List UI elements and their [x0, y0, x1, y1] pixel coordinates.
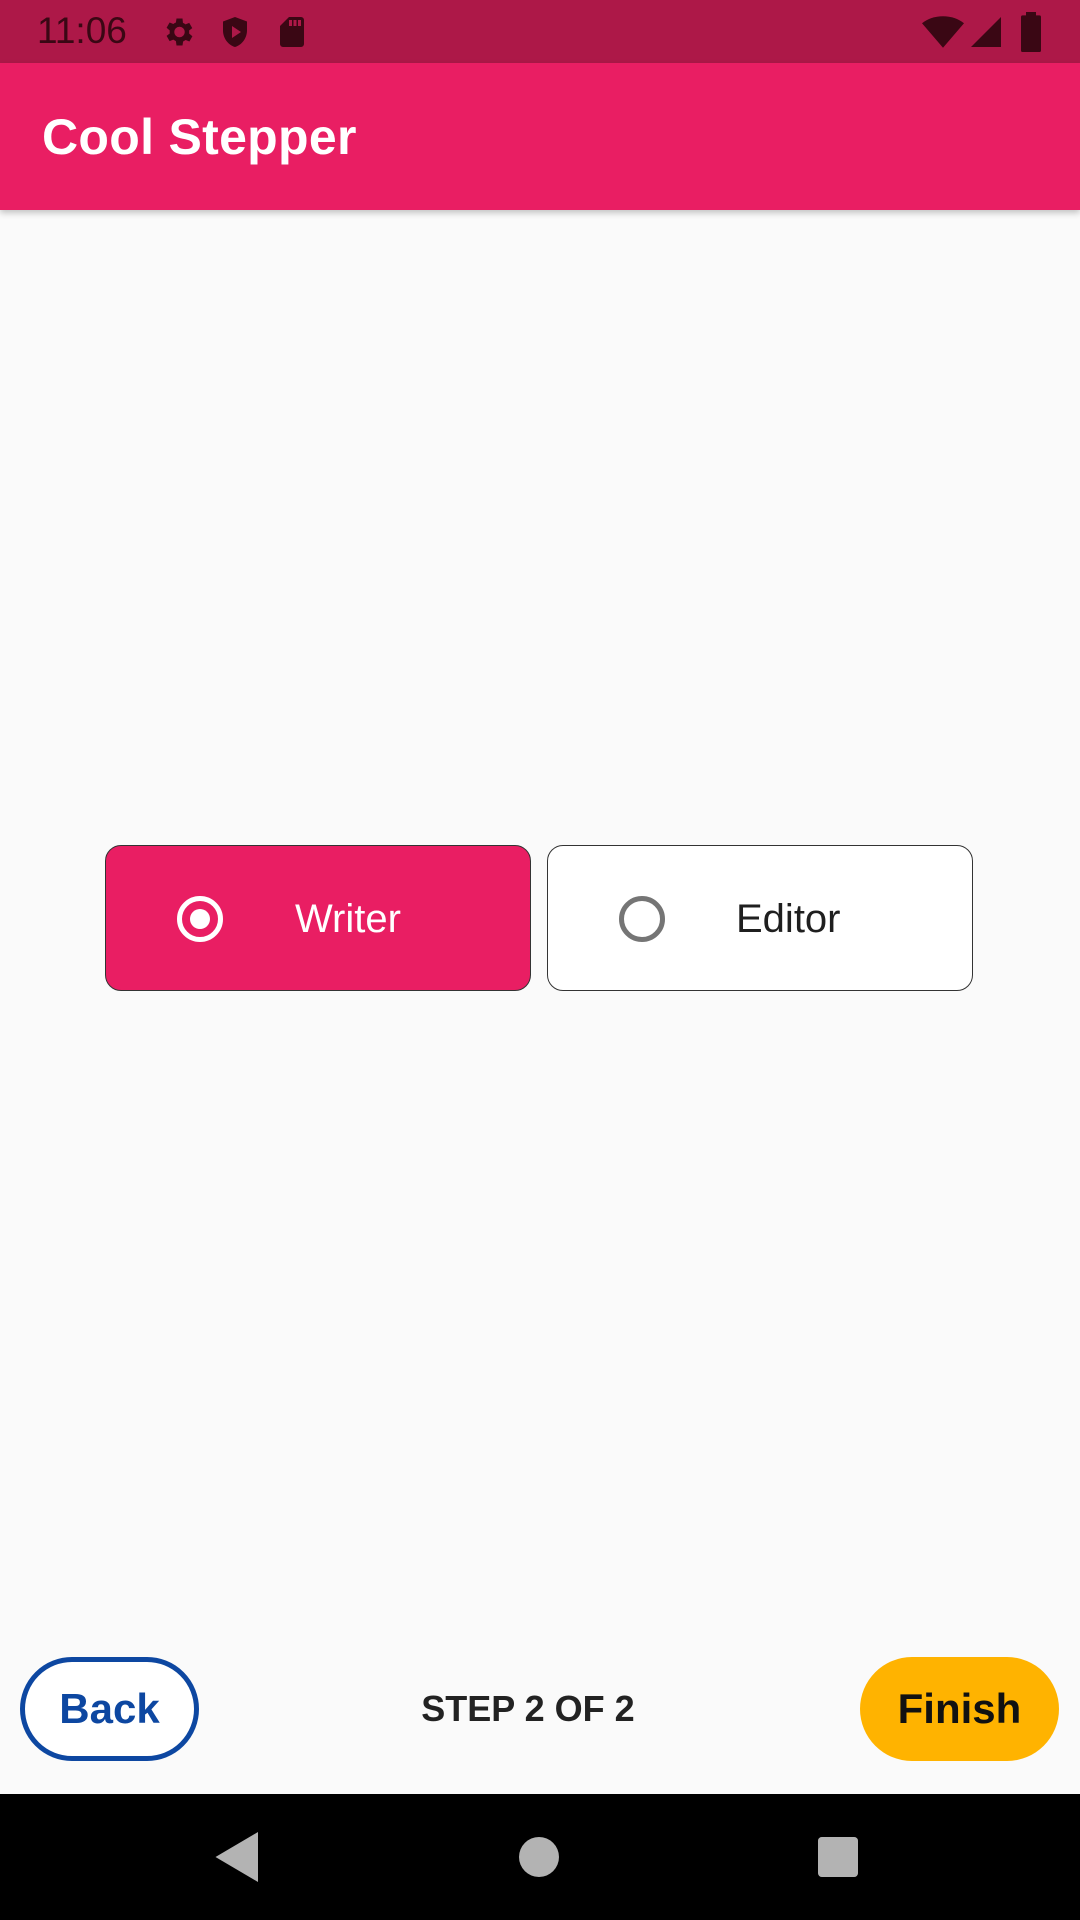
- shield-icon: [223, 17, 247, 47]
- role-option-editor[interactable]: Editor: [547, 845, 973, 991]
- back-button[interactable]: Back: [20, 1657, 199, 1761]
- finish-button[interactable]: Finish: [860, 1657, 1059, 1761]
- battery-icon: [1021, 12, 1041, 52]
- role-option-label: Writer: [295, 897, 401, 941]
- status-time: 11:06: [37, 10, 127, 51]
- app-bar: Cool Stepper: [0, 63, 1080, 210]
- radio-unchecked-icon[interactable]: [619, 896, 665, 942]
- settings-icon: [166, 18, 193, 46]
- step-indicator: STEP 2 OF 2: [421, 1688, 635, 1729]
- app-title: Cool Stepper: [42, 109, 357, 165]
- status-bar: 11:06: [0, 0, 1080, 63]
- sd-card-icon: [280, 17, 304, 47]
- wifi-icon: [922, 16, 964, 48]
- system-nav-bar: [0, 1794, 1080, 1920]
- app-screen: 11:06 Cool Stepper Writer Editor Back ST…: [0, 0, 1080, 1920]
- back-nav-icon[interactable]: [208, 1827, 268, 1887]
- role-option-writer[interactable]: Writer: [105, 845, 531, 991]
- recents-nav-icon[interactable]: [808, 1827, 868, 1887]
- signal-icon: [971, 17, 1001, 47]
- radio-checked-icon[interactable]: [177, 896, 223, 942]
- home-nav-icon[interactable]: [509, 1827, 569, 1887]
- role-option-label: Editor: [736, 897, 841, 941]
